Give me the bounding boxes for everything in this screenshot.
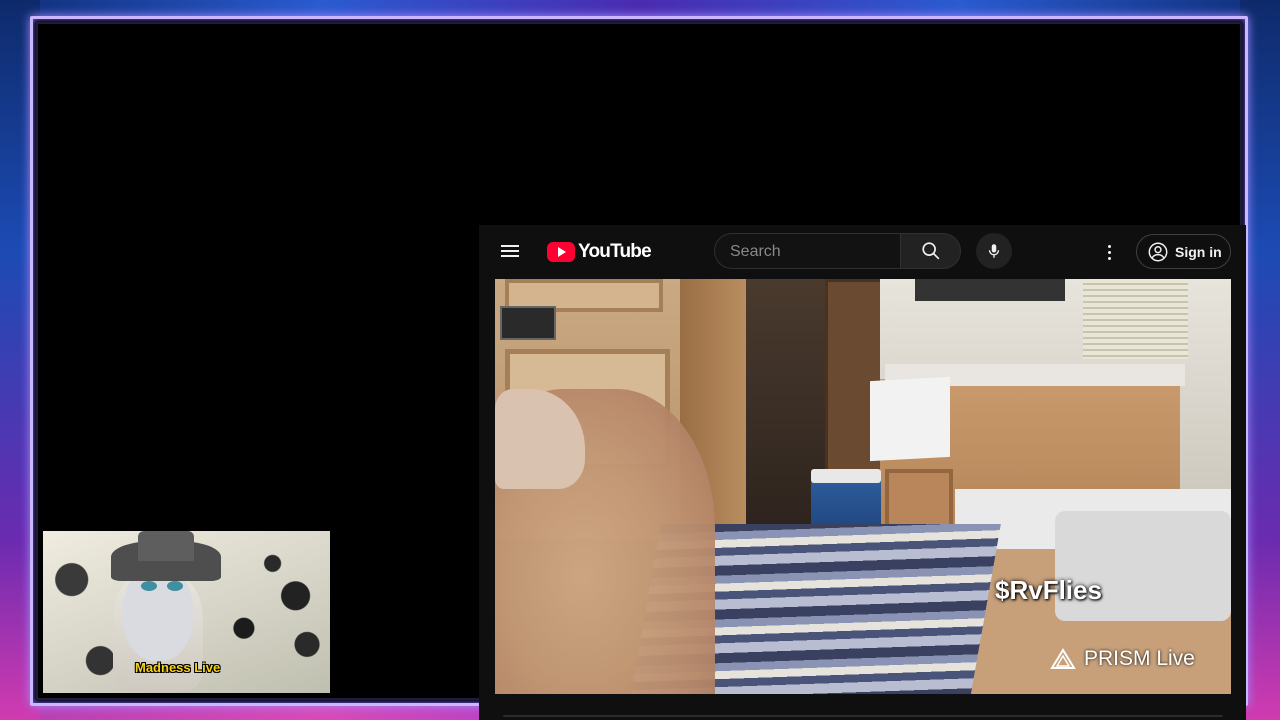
search-icon (921, 242, 939, 260)
video-scene-cooler-lid (811, 469, 881, 483)
cashtag-overlay: $RvFlies (995, 575, 1102, 605)
youtube-logo-text: YouTube (578, 241, 652, 262)
webcam-eye (141, 581, 157, 591)
video-player[interactable]: $RvFlies PRISM Live (495, 279, 1231, 694)
webcam-eye (167, 581, 183, 591)
video-scene-control-panel (500, 306, 556, 340)
youtube-window: YouTube Sign in (479, 225, 1246, 720)
prism-live-text: PRISM Live (1084, 647, 1195, 670)
search-button[interactable] (900, 233, 961, 269)
account-icon (1148, 242, 1168, 261)
webcam-hat-crown (138, 531, 194, 561)
menu-icon[interactable] (501, 242, 523, 262)
webcam-overlay: Madness Live (43, 531, 330, 693)
youtube-logo[interactable]: YouTube (547, 240, 652, 264)
sign-in-button[interactable]: Sign in (1136, 234, 1231, 269)
search-box (714, 233, 901, 270)
prism-live-watermark: PRISM Live (1050, 647, 1195, 671)
video-scene-white-box (870, 376, 950, 462)
video-scene-window-blinds (1083, 279, 1188, 359)
search-input[interactable] (715, 234, 892, 270)
prism-triangle-icon (1050, 648, 1076, 669)
youtube-below-player (495, 695, 1231, 720)
progress-track (503, 715, 1223, 717)
sign-in-label: Sign in (1175, 243, 1222, 260)
youtube-header: YouTube Sign in (479, 225, 1246, 279)
webcam-label: Madness Live (135, 660, 221, 675)
voice-search-button[interactable] (976, 233, 1012, 269)
video-scene-range-hood (915, 279, 1065, 301)
youtube-logo-icon (547, 242, 575, 262)
mic-icon (988, 244, 1000, 258)
more-vert-icon[interactable] (1099, 241, 1119, 263)
